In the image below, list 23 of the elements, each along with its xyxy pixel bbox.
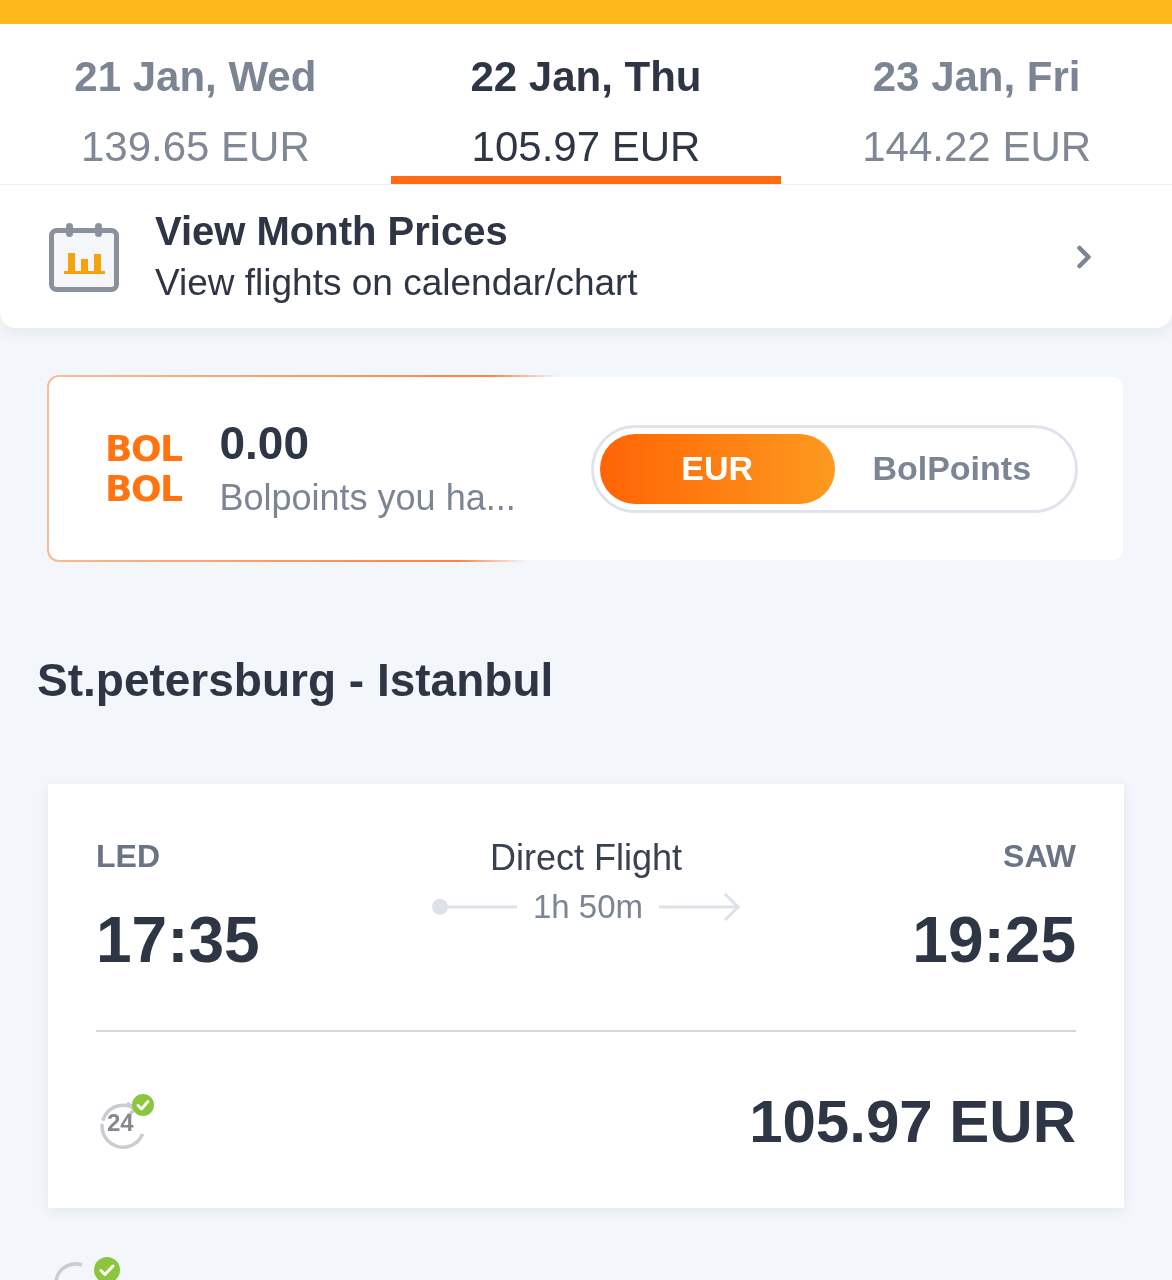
flight-type: Direct Flight: [489, 836, 682, 880]
departure-airport-code: LED: [96, 837, 160, 876]
month-prices-title: View Month Prices: [155, 207, 509, 254]
hours-label: 24: [107, 1110, 134, 1136]
points-caption: Bolpoints you ha...: [219, 476, 516, 520]
flight-price: 105.97 EUR: [749, 1087, 1076, 1157]
check-icon: [132, 1094, 154, 1116]
date-tab[interactable]: 22 Jan, Thu 105.97 EUR: [390, 24, 782, 184]
flight-duration: 1h 50m: [532, 887, 644, 927]
currency-option[interactable]: BolPoints: [834, 433, 1069, 504]
route-title: St.petersburg - Istanbul: [37, 653, 554, 708]
month-prices-row[interactable]: View Month Prices View flights on calendar/chart: [0, 184, 1172, 328]
departure-time: 17:35: [96, 905, 260, 975]
flight-card[interactable]: LED 17:35 Direct Flight 1h 50m SAW 19:25 24 105.97 EUR: [48, 784, 1124, 1208]
arrival-airport-code: SAW: [1003, 837, 1076, 876]
points-balance: 0.00: [219, 416, 310, 470]
month-prices-subtitle: View flights on calendar/chart: [155, 260, 639, 305]
currency-option[interactable]: EUR: [600, 433, 835, 504]
brand-logo: BOL BOL: [105, 428, 182, 509]
calendar-chart-icon: [48, 220, 120, 293]
date-tab[interactable]: 23 Jan, Fri 144.22 EUR: [781, 24, 1172, 184]
arrival-time: 19:25: [912, 905, 1076, 975]
date-tab[interactable]: 21 Jan, Wed 139.65 EUR: [0, 24, 391, 184]
